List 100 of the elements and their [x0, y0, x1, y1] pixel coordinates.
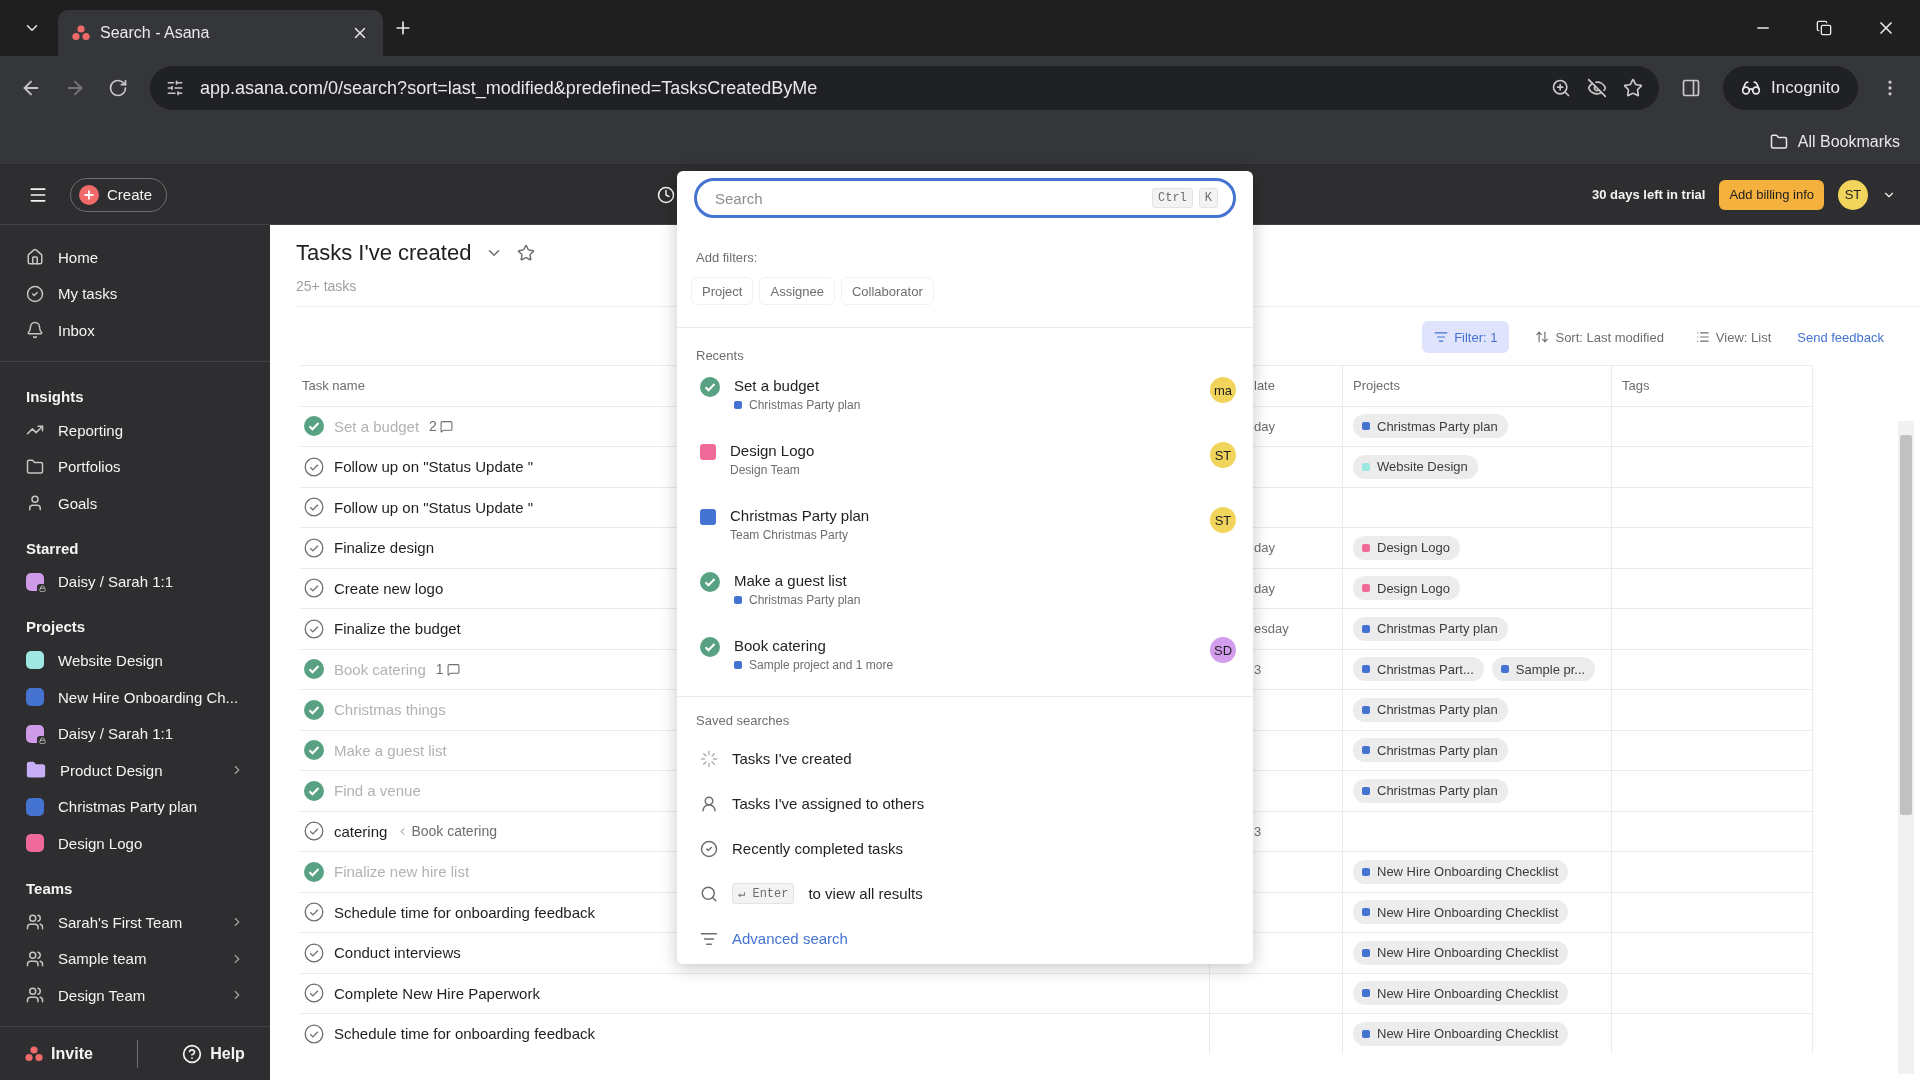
task-name[interactable]: Complete New Hire Paperwork — [334, 984, 540, 1002]
check-circle-icon[interactable] — [304, 456, 324, 477]
sidebar-item[interactable]: Website Design — [0, 642, 270, 679]
scrollbar[interactable] — [1898, 421, 1914, 1074]
check-circle-icon[interactable] — [304, 537, 324, 558]
star-icon[interactable] — [517, 244, 536, 262]
project-tag[interactable]: Christmas Part... — [1353, 657, 1484, 682]
saved-search-item[interactable]: Tasks I've created — [677, 736, 1253, 781]
create-button[interactable]: Create — [70, 177, 168, 212]
help-button[interactable]: Help — [176, 1042, 251, 1065]
advanced-search-link[interactable]: Advanced search — [732, 930, 848, 947]
completed-check-icon[interactable] — [304, 740, 324, 761]
project-tag[interactable]: Sample pr... — [1491, 657, 1596, 682]
browser-tab[interactable]: Search - Asana — [58, 10, 383, 56]
filter-chip[interactable]: Collaborator — [840, 277, 934, 305]
clock-icon[interactable] — [657, 185, 676, 204]
invite-button[interactable]: Invite — [19, 1043, 99, 1064]
project-tag[interactable]: New Hire Onboarding Checklist — [1353, 859, 1569, 884]
task-name[interactable]: Schedule time for onboarding feedback — [334, 1025, 595, 1043]
task-name[interactable]: Schedule time for onboarding feedback — [334, 903, 595, 921]
project-tag[interactable]: Design Logo — [1353, 576, 1460, 601]
sidebar-item[interactable]: Home — [0, 239, 270, 276]
sidebar-item[interactable]: My tasks — [0, 275, 270, 313]
sidebar-item[interactable]: Goals — [0, 484, 270, 522]
project-tag[interactable]: Christmas Party plan — [1353, 616, 1508, 641]
task-name[interactable]: catering — [334, 822, 388, 840]
restore-icon[interactable] — [1816, 20, 1832, 36]
project-tag[interactable]: New Hire Onboarding Checklist — [1353, 900, 1569, 925]
sidebar-item[interactable]: Sample team — [0, 940, 270, 977]
task-name[interactable]: Create new logo — [334, 579, 444, 597]
plus-icon — [79, 184, 99, 205]
completed-check-icon[interactable] — [304, 659, 324, 680]
task-name[interactable]: Follow up on "Status Update " — [334, 458, 534, 476]
comment-icon — [446, 662, 460, 676]
section-heading: Projects — [25, 617, 87, 638]
sidebar-item[interactable]: Daisy / Sarah 1:1 — [0, 563, 270, 601]
logo-icon — [25, 1045, 44, 1062]
sidebar-item[interactable]: New Hire Onboarding Ch... — [0, 678, 270, 716]
sidebar-item[interactable]: Daisy / Sarah 1:1 — [0, 715, 270, 752]
completed-check-icon[interactable] — [304, 861, 324, 882]
task-name[interactable]: Conduct interviews — [334, 944, 461, 962]
check-circle-icon[interactable] — [304, 942, 324, 963]
task-name[interactable]: Finalize the budget — [334, 620, 461, 638]
project-tag[interactable]: New Hire Onboarding Checklist — [1353, 981, 1569, 1006]
task-count: 25+ tasks — [296, 278, 357, 294]
check-circle-icon[interactable] — [304, 578, 324, 599]
address-bar[interactable]: app.asana.com/0/search?sort=last_modified&predefined=TasksCreatedByMe — [150, 66, 1659, 110]
sidebar-item[interactable]: Reporting — [0, 411, 270, 449]
view-button[interactable]: View: List — [1689, 321, 1778, 353]
filter-button[interactable]: Filter: 1 — [1422, 321, 1510, 353]
completed-check-icon[interactable] — [304, 699, 324, 720]
task-name[interactable]: Follow up on "Status Update " — [334, 498, 534, 516]
section-label: Recents — [696, 348, 744, 363]
sidebar-item[interactable]: Product Design — [0, 751, 270, 789]
project-tag[interactable]: Christmas Party plan — [1353, 414, 1508, 439]
project-tag[interactable]: Design Logo — [1353, 535, 1460, 560]
zoom-icon[interactable] — [1551, 78, 1571, 98]
completed-check-icon[interactable] — [304, 780, 324, 801]
project-tag[interactable]: Christmas Party plan — [1353, 697, 1508, 722]
sidebar-item[interactable]: Portfolios — [0, 448, 270, 485]
sidebar-item[interactable]: Inbox — [0, 312, 270, 349]
sidebar-item[interactable]: Sarah's First Team — [0, 903, 270, 941]
feedback-link[interactable]: Send feedback — [1797, 329, 1884, 345]
sidebar-item[interactable]: Christmas Party plan — [0, 788, 270, 826]
user-avatar[interactable]: ST — [1838, 179, 1868, 210]
bookmarks-folder[interactable]: All Bookmarks — [1769, 133, 1900, 151]
filter-chip[interactable]: Assignee — [759, 277, 835, 305]
sidebar-item[interactable]: Design Logo — [0, 825, 270, 862]
filter-chip[interactable]: Project — [691, 277, 754, 305]
project-tag[interactable]: New Hire Onboarding Checklist — [1353, 1021, 1569, 1046]
bookmark-star-icon[interactable] — [1623, 78, 1643, 98]
project-tag[interactable]: Christmas Party plan — [1353, 778, 1508, 803]
check-circle-icon[interactable] — [304, 983, 324, 1004]
site-settings-icon[interactable] — [166, 79, 184, 97]
team-icon — [26, 986, 44, 1005]
person-icon — [700, 794, 718, 813]
check-circle-icon[interactable] — [304, 1023, 324, 1044]
check-circle-icon[interactable] — [304, 902, 324, 923]
completed-check-icon[interactable] — [304, 416, 324, 437]
parent-task[interactable]: Book catering — [397, 823, 497, 840]
check-circle-icon[interactable] — [304, 618, 324, 639]
project-tag[interactable]: Christmas Party plan — [1353, 738, 1508, 763]
billing-button[interactable]: Add billing info — [1719, 179, 1824, 210]
side-panel-icon[interactable] — [1681, 78, 1701, 98]
check-circle-icon[interactable] — [304, 497, 324, 518]
project-tag[interactable]: Website Design — [1353, 454, 1478, 479]
home-icon — [26, 248, 44, 267]
eye-off-icon[interactable] — [1587, 78, 1607, 98]
task-name[interactable]: Finalize design — [334, 539, 435, 557]
sort-button[interactable]: Sort: Last modified — [1529, 321, 1670, 353]
incognito-profile[interactable]: Incognito — [1723, 66, 1858, 110]
reload-icon[interactable] — [108, 78, 128, 98]
section-heading: Starred — [25, 538, 80, 559]
comment-icon — [439, 419, 453, 433]
sidebar-item[interactable]: Design Team — [0, 976, 270, 1014]
project-tag[interactable]: New Hire Onboarding Checklist — [1353, 940, 1569, 965]
check-circle-icon[interactable] — [304, 821, 324, 842]
user-avatar: ma — [1210, 377, 1236, 403]
trial-notice: 30 days left in trial — [1592, 187, 1706, 202]
completed-check-icon — [700, 377, 720, 397]
